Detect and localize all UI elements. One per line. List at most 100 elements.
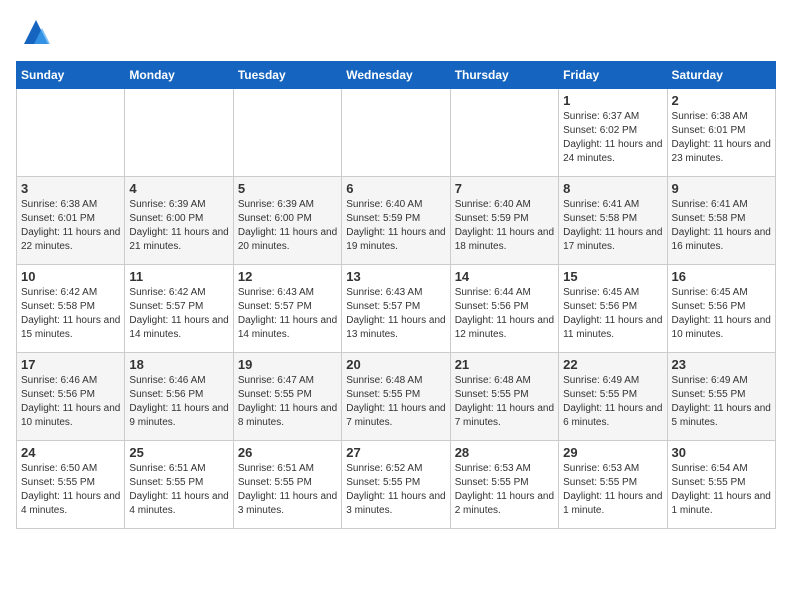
day-info: Sunrise: 6:51 AM Sunset: 5:55 PM Dayligh… bbox=[238, 462, 337, 518]
day-info: Sunrise: 6:46 AM Sunset: 5:56 PM Dayligh… bbox=[129, 374, 228, 430]
calendar-cell: 9Sunrise: 6:41 AM Sunset: 5:58 PM Daylig… bbox=[667, 177, 775, 265]
calendar-cell: 23Sunrise: 6:49 AM Sunset: 5:55 PM Dayli… bbox=[667, 353, 775, 441]
calendar-cell bbox=[342, 89, 450, 177]
calendar-cell: 4Sunrise: 6:39 AM Sunset: 6:00 PM Daylig… bbox=[125, 177, 233, 265]
calendar-cell: 29 Sunrise: 6:53 AM Sunset: 5:55 PM Dayli… bbox=[559, 441, 667, 529]
calendar-cell: 8 Sunrise: 6:41 AM Sunset: 5:58 PM Daylig… bbox=[559, 177, 667, 265]
day-number: 22 bbox=[563, 357, 662, 372]
day-number: 2 bbox=[672, 93, 771, 108]
day-number: 29 bbox=[563, 445, 662, 460]
day-number: 18 bbox=[129, 357, 228, 372]
calendar-cell: 13 Sunrise: 6:43 AM Sunset: 5:57 PM Dayli… bbox=[342, 265, 450, 353]
calendar-cell: 24Sunrise: 6:50 AM Sunset: 5:55 PM Dayli… bbox=[17, 441, 125, 529]
day-number: 30 bbox=[672, 445, 771, 460]
day-number: 17 bbox=[21, 357, 120, 372]
day-info: Sunrise: 6:53 AM Sunset: 5:55 PM Dayligh… bbox=[563, 462, 662, 518]
day-info: Sunrise: 6:43 AM Sunset: 5:57 PM Dayligh… bbox=[238, 286, 337, 342]
day-info: Sunrise: 6:48 AM Sunset: 5:55 PM Dayligh… bbox=[455, 374, 554, 430]
day-number: 7 bbox=[455, 181, 554, 196]
calendar-header-row: SundayMondayTuesdayWednesdayThursdayFrid… bbox=[17, 62, 776, 89]
calendar-week-4: 17 Sunrise: 6:46 AM Sunset: 5:56 PM Dayli… bbox=[17, 353, 776, 441]
day-info: Sunrise: 6:39 AM Sunset: 6:00 PM Dayligh… bbox=[238, 198, 337, 254]
calendar-cell bbox=[233, 89, 341, 177]
calendar-cell: 21 Sunrise: 6:48 AM Sunset: 5:55 PM Dayli… bbox=[450, 353, 558, 441]
day-info: Sunrise: 6:52 AM Sunset: 5:55 PM Dayligh… bbox=[346, 462, 445, 518]
day-info: Sunrise: 6:53 AM Sunset: 5:55 PM Dayligh… bbox=[455, 462, 554, 518]
calendar-week-1: 1 Sunrise: 6:37 AM Sunset: 6:02 PM Daylig… bbox=[17, 89, 776, 177]
calendar-cell: 2 Sunrise: 6:38 AM Sunset: 6:01 PM Daylig… bbox=[667, 89, 775, 177]
column-header-saturday: Saturday bbox=[667, 62, 775, 89]
day-info: Sunrise: 6:45 AM Sunset: 5:56 PM Dayligh… bbox=[563, 286, 662, 342]
calendar-cell bbox=[125, 89, 233, 177]
calendar-cell: 27 Sunrise: 6:52 AM Sunset: 5:55 PM Dayli… bbox=[342, 441, 450, 529]
calendar-week-5: 24Sunrise: 6:50 AM Sunset: 5:55 PM Dayli… bbox=[17, 441, 776, 529]
day-number: 21 bbox=[455, 357, 554, 372]
calendar-cell: 14Sunrise: 6:44 AM Sunset: 5:56 PM Dayli… bbox=[450, 265, 558, 353]
calendar-week-3: 10 Sunrise: 6:42 AM Sunset: 5:58 PM Dayli… bbox=[17, 265, 776, 353]
day-info: Sunrise: 6:50 AM Sunset: 5:55 PM Dayligh… bbox=[21, 462, 120, 518]
calendar-cell: 16 Sunrise: 6:45 AM Sunset: 5:56 PM Dayli… bbox=[667, 265, 775, 353]
day-number: 13 bbox=[346, 269, 445, 284]
calendar-cell: 15 Sunrise: 6:45 AM Sunset: 5:56 PM Dayli… bbox=[559, 265, 667, 353]
logo-text bbox=[16, 16, 52, 53]
logo bbox=[16, 16, 52, 53]
day-info: Sunrise: 6:43 AM Sunset: 5:57 PM Dayligh… bbox=[346, 286, 445, 342]
calendar-cell: 28 Sunrise: 6:53 AM Sunset: 5:55 PM Dayli… bbox=[450, 441, 558, 529]
day-number: 19 bbox=[238, 357, 337, 372]
day-number: 26 bbox=[238, 445, 337, 460]
page-header bbox=[16, 16, 776, 53]
calendar-cell: 19Sunrise: 6:47 AM Sunset: 5:55 PM Dayli… bbox=[233, 353, 341, 441]
calendar-cell: 5 Sunrise: 6:39 AM Sunset: 6:00 PM Daylig… bbox=[233, 177, 341, 265]
calendar-cell: 7 Sunrise: 6:40 AM Sunset: 5:59 PM Daylig… bbox=[450, 177, 558, 265]
day-info: Sunrise: 6:38 AM Sunset: 6:01 PM Dayligh… bbox=[672, 110, 771, 166]
day-info: Sunrise: 6:44 AM Sunset: 5:56 PM Dayligh… bbox=[455, 286, 554, 342]
day-number: 10 bbox=[21, 269, 120, 284]
calendar-cell: 1 Sunrise: 6:37 AM Sunset: 6:02 PM Daylig… bbox=[559, 89, 667, 177]
day-info: Sunrise: 6:49 AM Sunset: 5:55 PM Dayligh… bbox=[563, 374, 662, 430]
day-info: Sunrise: 6:54 AM Sunset: 5:55 PM Dayligh… bbox=[672, 462, 771, 518]
calendar-cell: 20 Sunrise: 6:48 AM Sunset: 5:55 PM Dayli… bbox=[342, 353, 450, 441]
calendar-cell: 18 Sunrise: 6:46 AM Sunset: 5:56 PM Dayli… bbox=[125, 353, 233, 441]
day-number: 1 bbox=[563, 93, 662, 108]
calendar-week-2: 3 Sunrise: 6:38 AM Sunset: 6:01 PM Daylig… bbox=[17, 177, 776, 265]
calendar-cell: 26 Sunrise: 6:51 AM Sunset: 5:55 PM Dayli… bbox=[233, 441, 341, 529]
day-number: 16 bbox=[672, 269, 771, 284]
day-number: 12 bbox=[238, 269, 337, 284]
day-number: 27 bbox=[346, 445, 445, 460]
day-info: Sunrise: 6:38 AM Sunset: 6:01 PM Dayligh… bbox=[21, 198, 120, 254]
calendar-cell: 3 Sunrise: 6:38 AM Sunset: 6:01 PM Daylig… bbox=[17, 177, 125, 265]
day-number: 6 bbox=[346, 181, 445, 196]
day-info: Sunrise: 6:42 AM Sunset: 5:57 PM Dayligh… bbox=[129, 286, 228, 342]
column-header-tuesday: Tuesday bbox=[233, 62, 341, 89]
day-number: 28 bbox=[455, 445, 554, 460]
day-number: 15 bbox=[563, 269, 662, 284]
calendar-cell bbox=[17, 89, 125, 177]
day-number: 20 bbox=[346, 357, 445, 372]
day-number: 8 bbox=[563, 181, 662, 196]
day-info: Sunrise: 6:46 AM Sunset: 5:56 PM Dayligh… bbox=[21, 374, 120, 430]
calendar-table: SundayMondayTuesdayWednesdayThursdayFrid… bbox=[16, 61, 776, 529]
calendar-cell bbox=[450, 89, 558, 177]
day-number: 3 bbox=[21, 181, 120, 196]
calendar-cell: 6 Sunrise: 6:40 AM Sunset: 5:59 PM Daylig… bbox=[342, 177, 450, 265]
calendar-cell: 25 Sunrise: 6:51 AM Sunset: 5:55 PM Dayli… bbox=[125, 441, 233, 529]
logo-icon bbox=[20, 16, 52, 53]
day-info: Sunrise: 6:40 AM Sunset: 5:59 PM Dayligh… bbox=[455, 198, 554, 254]
day-info: Sunrise: 6:41 AM Sunset: 5:58 PM Dayligh… bbox=[563, 198, 662, 254]
day-number: 25 bbox=[129, 445, 228, 460]
day-info: Sunrise: 6:48 AM Sunset: 5:55 PM Dayligh… bbox=[346, 374, 445, 430]
day-info: Sunrise: 6:37 AM Sunset: 6:02 PM Dayligh… bbox=[563, 110, 662, 166]
calendar-cell: 10 Sunrise: 6:42 AM Sunset: 5:58 PM Dayli… bbox=[17, 265, 125, 353]
calendar-cell: 12 Sunrise: 6:43 AM Sunset: 5:57 PM Dayli… bbox=[233, 265, 341, 353]
day-info: Sunrise: 6:45 AM Sunset: 5:56 PM Dayligh… bbox=[672, 286, 771, 342]
column-header-wednesday: Wednesday bbox=[342, 62, 450, 89]
day-info: Sunrise: 6:49 AM Sunset: 5:55 PM Dayligh… bbox=[672, 374, 771, 430]
column-header-monday: Monday bbox=[125, 62, 233, 89]
day-number: 11 bbox=[129, 269, 228, 284]
day-info: Sunrise: 6:42 AM Sunset: 5:58 PM Dayligh… bbox=[21, 286, 120, 342]
day-number: 5 bbox=[238, 181, 337, 196]
day-number: 9 bbox=[672, 181, 771, 196]
calendar-cell: 30 Sunrise: 6:54 AM Sunset: 5:55 PM Dayli… bbox=[667, 441, 775, 529]
day-info: Sunrise: 6:40 AM Sunset: 5:59 PM Dayligh… bbox=[346, 198, 445, 254]
day-info: Sunrise: 6:51 AM Sunset: 5:55 PM Dayligh… bbox=[129, 462, 228, 518]
